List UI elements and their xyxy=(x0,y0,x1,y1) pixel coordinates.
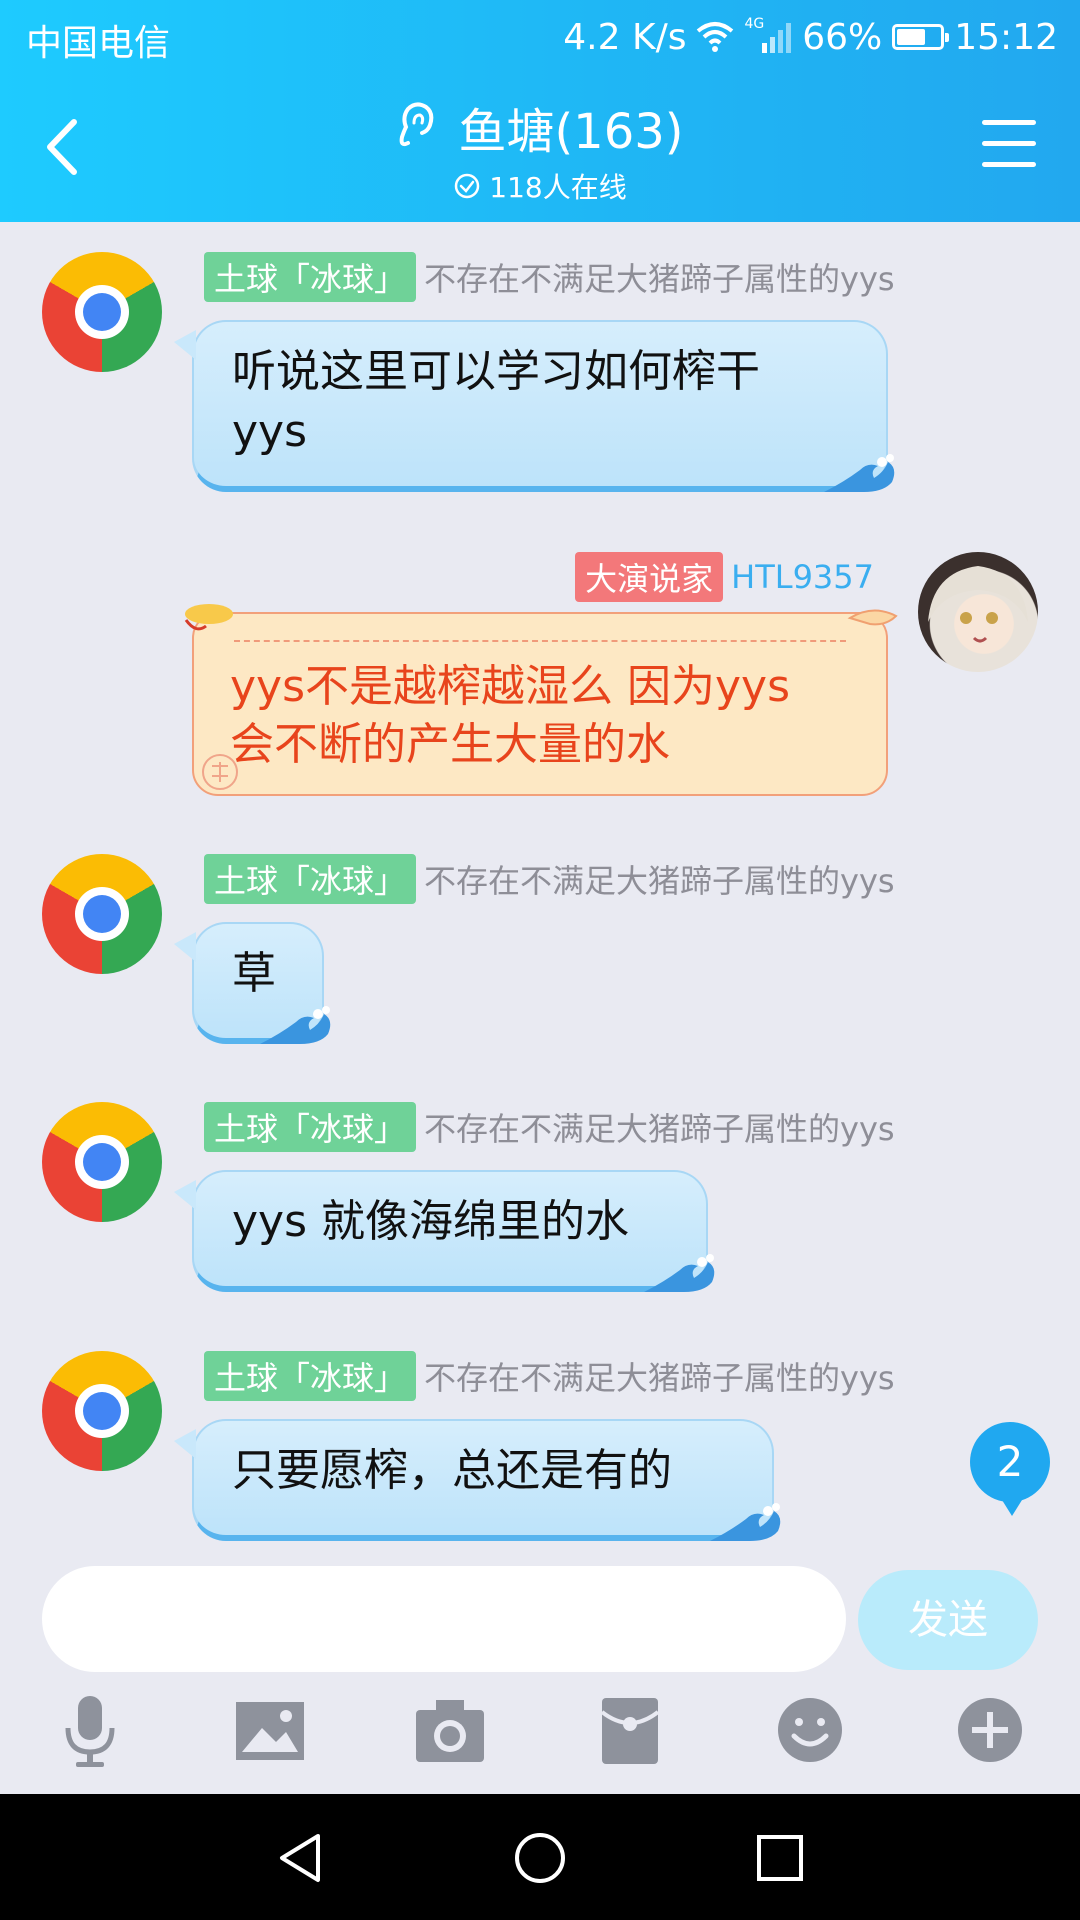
battery-fill xyxy=(897,29,925,45)
page-title: 鱼塘(163) xyxy=(458,104,684,160)
avatar[interactable] xyxy=(42,1351,162,1471)
clock: 15:12 xyxy=(954,16,1058,58)
carrier-label: 中国电信 xyxy=(26,23,171,64)
wave-decoration-icon xyxy=(824,454,895,492)
message-item: 土球「冰球」 不存在不满足大猪蹄子属性的yys 听说这里可以学习如何榨干 yys xyxy=(0,252,1080,502)
sender-name[interactable]: 不存在不满足大猪蹄子属性的yys xyxy=(424,254,895,300)
status-indicators: 4.2 K/s 4G 66% 15:12 xyxy=(553,14,1058,60)
scroll-ornament-icon xyxy=(184,604,233,631)
message-bubble[interactable]: yys 就像海绵里的水 xyxy=(174,1170,715,1292)
message-item: 大演说家 HTL9357 yys不是越榨越湿么 因为yys 会不断的产生大量的水 xyxy=(0,552,1080,802)
seal-stamp-icon xyxy=(202,754,238,790)
message-text: 会不断的产生大量的水 xyxy=(230,719,670,770)
anime-avatar-icon xyxy=(928,566,1028,643)
sender-name[interactable]: HTL9357 xyxy=(731,558,874,596)
chat-header: 鱼塘(163) 118人在线 xyxy=(0,92,1080,206)
send-button[interactable]: 发送 xyxy=(858,1570,1038,1670)
title-row[interactable]: 鱼塘(163) xyxy=(396,92,684,162)
member-tag[interactable]: 土球「冰球」 xyxy=(204,854,417,904)
sender-name[interactable]: 不存在不满足大猪蹄子属性的yys xyxy=(424,856,895,902)
unread-badge[interactable]: 2 xyxy=(970,1422,1050,1516)
avatar[interactable] xyxy=(42,1102,162,1222)
message-bubble[interactable]: 只要愿榨，总还是有的 xyxy=(174,1419,781,1541)
menu-button[interactable] xyxy=(982,120,1036,170)
input-toolbar xyxy=(0,1690,1080,1790)
message-text: yys xyxy=(232,406,308,457)
check-circle-icon xyxy=(455,173,480,199)
camera-icon[interactable] xyxy=(410,1690,490,1770)
battery-icon xyxy=(892,24,950,50)
system-nav-bar xyxy=(0,1794,1080,1920)
emoji-icon[interactable] xyxy=(770,1690,850,1770)
home-nav-icon[interactable] xyxy=(512,1830,568,1886)
member-tag[interactable]: 大演说家 xyxy=(575,552,724,602)
menu-icon-bar xyxy=(982,162,1036,167)
avatar[interactable] xyxy=(42,854,162,974)
message-bubble[interactable]: 草 xyxy=(174,922,331,1044)
signal-icon xyxy=(762,23,792,53)
status-bar: 中国电信 4.2 K/s 4G 66% 15:12 xyxy=(0,0,1080,74)
avatar[interactable] xyxy=(918,552,1038,672)
recents-nav-icon[interactable] xyxy=(752,1830,808,1886)
sender-info: 土球「冰球」 不存在不满足大猪蹄子属性的yys xyxy=(204,1351,895,1401)
online-status: 118人在线 xyxy=(0,166,1080,206)
menu-icon-bar xyxy=(982,120,1036,125)
ear-icon xyxy=(400,102,434,147)
avatar[interactable] xyxy=(42,252,162,372)
sender-name[interactable]: 不存在不满足大猪蹄子属性的yys xyxy=(424,1104,895,1150)
member-tag[interactable]: 土球「冰球」 xyxy=(204,1351,417,1401)
menu-icon-bar xyxy=(982,141,1036,146)
mic-icon[interactable] xyxy=(50,1690,130,1770)
message-input[interactable] xyxy=(42,1566,846,1672)
image-icon[interactable] xyxy=(230,1690,310,1770)
message-item: 土球「冰球」 不存在不满足大猪蹄子属性的yys 只要愿榨，总还是有的 xyxy=(0,1351,1080,1551)
wave-decoration-icon xyxy=(644,1254,715,1292)
scroll-ornament-icon xyxy=(847,609,898,626)
sender-info: 土球「冰球」 不存在不满足大猪蹄子属性的yys xyxy=(204,252,895,302)
red-packet-icon[interactable] xyxy=(590,1690,670,1770)
message-bubble[interactable]: 听说这里可以学习如何榨干 yys xyxy=(174,320,895,492)
message-text: yys不是越榨越湿么 因为yys xyxy=(230,661,790,712)
network-speed: 4.2 K/s xyxy=(563,16,687,58)
online-count: 118人在线 xyxy=(489,171,627,204)
message-item: 土球「冰球」 不存在不满足大猪蹄子属性的yys 草 xyxy=(0,854,1080,1054)
member-tag[interactable]: 土球「冰球」 xyxy=(204,1102,417,1152)
message-item: 土球「冰球」 不存在不满足大猪蹄子属性的yys yys 就像海绵里的水 xyxy=(0,1102,1080,1302)
message-text: 草 xyxy=(232,948,276,999)
message-text: 只要愿榨，总还是有的 xyxy=(232,1445,672,1496)
sender-name[interactable]: 不存在不满足大猪蹄子属性的yys xyxy=(424,1353,895,1399)
sender-info: 土球「冰球」 不存在不满足大猪蹄子属性的yys xyxy=(204,1102,895,1152)
message-text: yys 就像海绵里的水 xyxy=(232,1196,629,1247)
back-nav-icon[interactable] xyxy=(272,1830,328,1886)
plus-icon[interactable] xyxy=(950,1690,1030,1770)
wave-decoration-icon xyxy=(260,1006,331,1044)
wave-decoration-icon xyxy=(710,1503,781,1541)
battery-percent: 66% xyxy=(802,16,883,58)
sender-info: 大演说家 HTL9357 xyxy=(575,552,874,602)
message-text: 听说这里可以学习如何榨干 xyxy=(232,346,760,397)
message-bubble[interactable]: yys不是越榨越湿么 因为yys 会不断的产生大量的水 xyxy=(184,604,898,796)
wifi-icon xyxy=(697,22,734,52)
sender-info: 土球「冰球」 不存在不满足大猪蹄子属性的yys xyxy=(204,854,895,904)
member-tag[interactable]: 土球「冰球」 xyxy=(204,252,417,302)
bubble-divider xyxy=(234,640,846,642)
top-bar: 中国电信 4.2 K/s 4G 66% 15:12 鱼塘(163) 118人在线 xyxy=(0,0,1080,222)
